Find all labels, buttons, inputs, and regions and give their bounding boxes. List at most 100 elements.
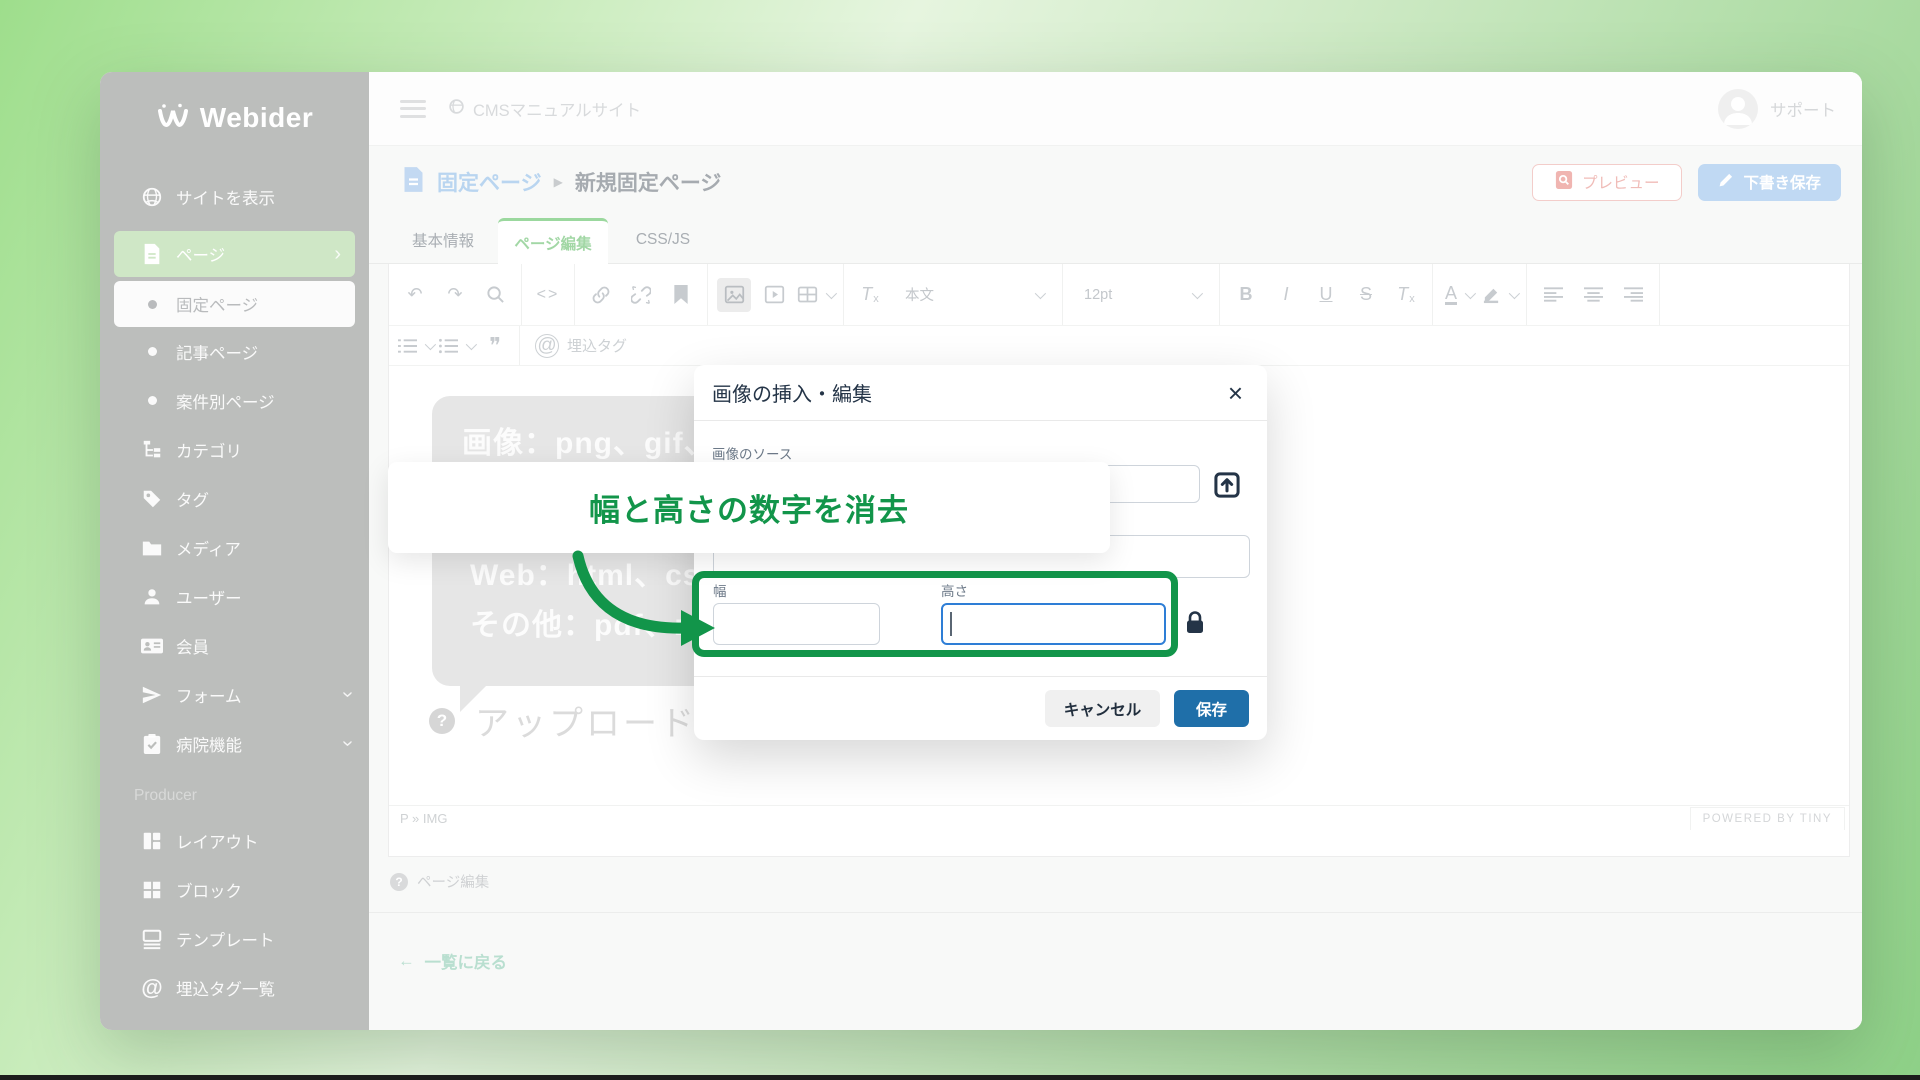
upload-row: ? アップロード [429, 696, 697, 745]
source-code-button[interactable]: <> [531, 278, 565, 312]
globe-icon [448, 98, 465, 120]
sidebar-item-hospital-functions[interactable]: 病院機能 › [100, 719, 369, 768]
sidebar-item-label: ページ [176, 247, 226, 265]
help-icon[interactable]: ? [390, 872, 408, 891]
desktop-background: Webider サイトを表示 ページ › 固定ページ 記事ページ 案件別ページ … [0, 0, 1920, 1080]
sidebar-item-label: 会員 [176, 638, 209, 657]
save-draft-button[interactable]: 下書き保存 [1698, 163, 1841, 201]
blockquote-button[interactable]: ❞ [480, 332, 510, 360]
close-icon[interactable]: × [1222, 378, 1249, 408]
sidebar-item-label: 病院機能 [176, 736, 242, 755]
question-icon: ? [429, 707, 455, 734]
sidebar-item-forms[interactable]: フォーム › [100, 670, 369, 719]
tab-basic-info[interactable]: 基本情報 [388, 217, 498, 263]
unlink-button[interactable] [624, 278, 658, 312]
align-left-button[interactable] [1536, 278, 1570, 312]
bubble-line: 画像：png、gif、 [462, 427, 715, 460]
sidebar-item-media[interactable]: メディア [100, 523, 369, 572]
document-icon [402, 166, 425, 198]
insert-table-button[interactable] [797, 278, 838, 312]
save-button[interactable]: 保存 [1174, 690, 1249, 727]
at-icon: @ [141, 974, 163, 1000]
pencil-icon [1718, 172, 1734, 193]
hamburger-menu-icon[interactable] [400, 99, 426, 118]
back-arrow-icon: ← [398, 951, 415, 970]
breadcrumb-separator-icon: ▶ [553, 175, 563, 189]
height-label: 高さ [941, 584, 968, 599]
cancel-button[interactable]: キャンセル [1045, 690, 1160, 727]
tab-css-js[interactable]: CSS/JS [608, 217, 718, 263]
sidebar-item-fixed-pages[interactable]: 固定ページ [114, 281, 355, 327]
remove-format-button[interactable]: Tx [1389, 278, 1423, 312]
tab-page-edit[interactable]: ページ編集 [498, 218, 608, 264]
strikethrough-button[interactable]: S [1349, 278, 1383, 312]
font-size-select[interactable]: 12pt [1072, 278, 1210, 312]
insert-image-button[interactable] [717, 277, 751, 312]
search-button[interactable] [478, 278, 512, 312]
breadcrumb: 固定ページ ▶ 新規固定ページ [402, 166, 721, 198]
preview-button[interactable]: プレビュー [1531, 163, 1683, 201]
clear-formatting-button[interactable]: Tx [853, 278, 887, 312]
upload-label: アップロード [475, 705, 697, 743]
sidebar-item-members[interactable]: 会員 [100, 621, 369, 670]
page-title: 新規固定ページ [574, 172, 722, 195]
help-label: ページ編集 [417, 875, 490, 891]
at-icon: @ [535, 333, 559, 358]
sidebar-item-label: ブロック [176, 882, 242, 901]
text-caret [950, 612, 952, 636]
sidebar-item-templates[interactable]: テンプレート [100, 914, 369, 963]
bold-button[interactable]: B [1229, 278, 1263, 312]
image-source-label: 画像のソース [712, 447, 793, 462]
width-label: 幅 [713, 584, 727, 599]
sidebar-item-category[interactable]: カテゴリ [100, 425, 369, 474]
bullet-icon [140, 347, 164, 356]
sidebar-item-view-site[interactable]: サイトを表示 [100, 172, 369, 221]
powered-by-tiny-link[interactable]: POWERED BY TINY [1689, 807, 1845, 830]
sidebar-item-embed-tags[interactable]: @ 埋込タグ一覧 [100, 963, 369, 1012]
align-right-button[interactable] [1616, 278, 1650, 312]
insert-media-button[interactable] [757, 278, 791, 312]
anchor-bookmark-button[interactable] [664, 278, 698, 312]
back-to-list-link[interactable]: ← 一覧に戻る [398, 949, 1862, 973]
annotation-callout: 幅と高さの数字を消去 [388, 462, 1110, 553]
width-input[interactable] [713, 603, 880, 645]
sidebar-item-label: 案件別ページ [176, 393, 275, 412]
bullet-list-button[interactable] [439, 332, 478, 360]
webider-logo[interactable]: Webider [100, 102, 369, 134]
link-button[interactable] [584, 278, 618, 312]
sidebar-item-users[interactable]: ユーザー [100, 572, 369, 621]
sidebar-section-producer: Producer [134, 787, 197, 804]
sidebar-item-label: テンプレート [176, 931, 275, 950]
sidebar-item-label: 固定ページ [176, 297, 259, 315]
embed-tag-button[interactable]: @ 埋込タグ [529, 333, 633, 358]
sidebar-item-blocks[interactable]: ブロック [100, 865, 369, 914]
redo-button[interactable]: ↷ [438, 278, 472, 312]
site-link[interactable]: CMSマニュアルサイト [448, 97, 641, 121]
sidebar-item-article-pages[interactable]: 記事ページ [100, 327, 369, 376]
height-input[interactable] [941, 603, 1166, 645]
text-color-button[interactable]: A [1442, 278, 1477, 312]
breadcrumb-section[interactable]: 固定ページ [437, 167, 542, 197]
category-tree-icon [140, 439, 164, 461]
align-center-button[interactable] [1576, 278, 1610, 312]
topbar: CMSマニュアルサイト サポート [369, 72, 1862, 146]
sidebar-item-layout[interactable]: レイアウト [100, 816, 369, 865]
italic-button[interactable]: I [1269, 278, 1303, 312]
sidebar-item-label: フォーム [176, 687, 242, 706]
element-path: P » IMG [400, 811, 448, 826]
highlight-color-button[interactable] [1482, 278, 1521, 312]
upload-file-button[interactable] [1212, 470, 1242, 500]
block-format-select[interactable]: 本文 [893, 278, 1053, 312]
underline-button[interactable]: U [1309, 278, 1343, 312]
site-title: CMSマニュアルサイト [473, 101, 642, 120]
sidebar-item-pages[interactable]: ページ › [114, 231, 355, 277]
editor-toolbar-row2: ❞ @ 埋込タグ [389, 326, 1849, 366]
numbered-list-button[interactable] [398, 332, 437, 360]
annotation-text: 幅と高さの数字を消去 [589, 493, 909, 528]
sidebar-item-label: 記事ページ [176, 344, 259, 363]
sidebar-item-tags[interactable]: タグ [100, 474, 369, 523]
undo-button[interactable]: ↶ [398, 278, 432, 312]
user-menu[interactable]: サポート [1718, 88, 1836, 129]
constrain-proportions-lock-icon[interactable] [1184, 610, 1206, 640]
sidebar-item-case-pages[interactable]: 案件別ページ [100, 376, 369, 425]
